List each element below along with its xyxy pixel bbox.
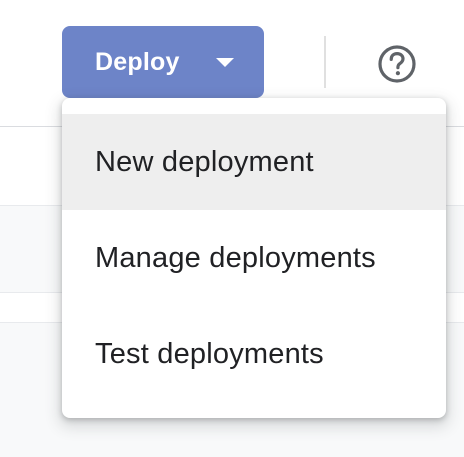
help-circle-icon (378, 45, 416, 83)
menu-item-label: New deployment (95, 145, 314, 178)
deploy-button[interactable]: Deploy (62, 26, 264, 98)
menu-item-manage-deployments[interactable]: Manage deployments (62, 210, 446, 306)
toolbar-separator (324, 36, 326, 88)
menu-item-label: Test deployments (95, 337, 324, 370)
menu-item-label: Manage deployments (95, 241, 376, 274)
help-icon[interactable] (377, 44, 417, 84)
menu-item-new-deployment[interactable]: New deployment (62, 114, 446, 210)
page: Deploy New deployment Manage deployments… (0, 0, 464, 457)
chevron-down-icon[interactable] (216, 58, 234, 67)
deploy-button-label: Deploy (95, 48, 180, 76)
deploy-dropdown-menu: New deployment Manage deployments Test d… (62, 98, 446, 418)
menu-item-test-deployments[interactable]: Test deployments (62, 306, 446, 402)
